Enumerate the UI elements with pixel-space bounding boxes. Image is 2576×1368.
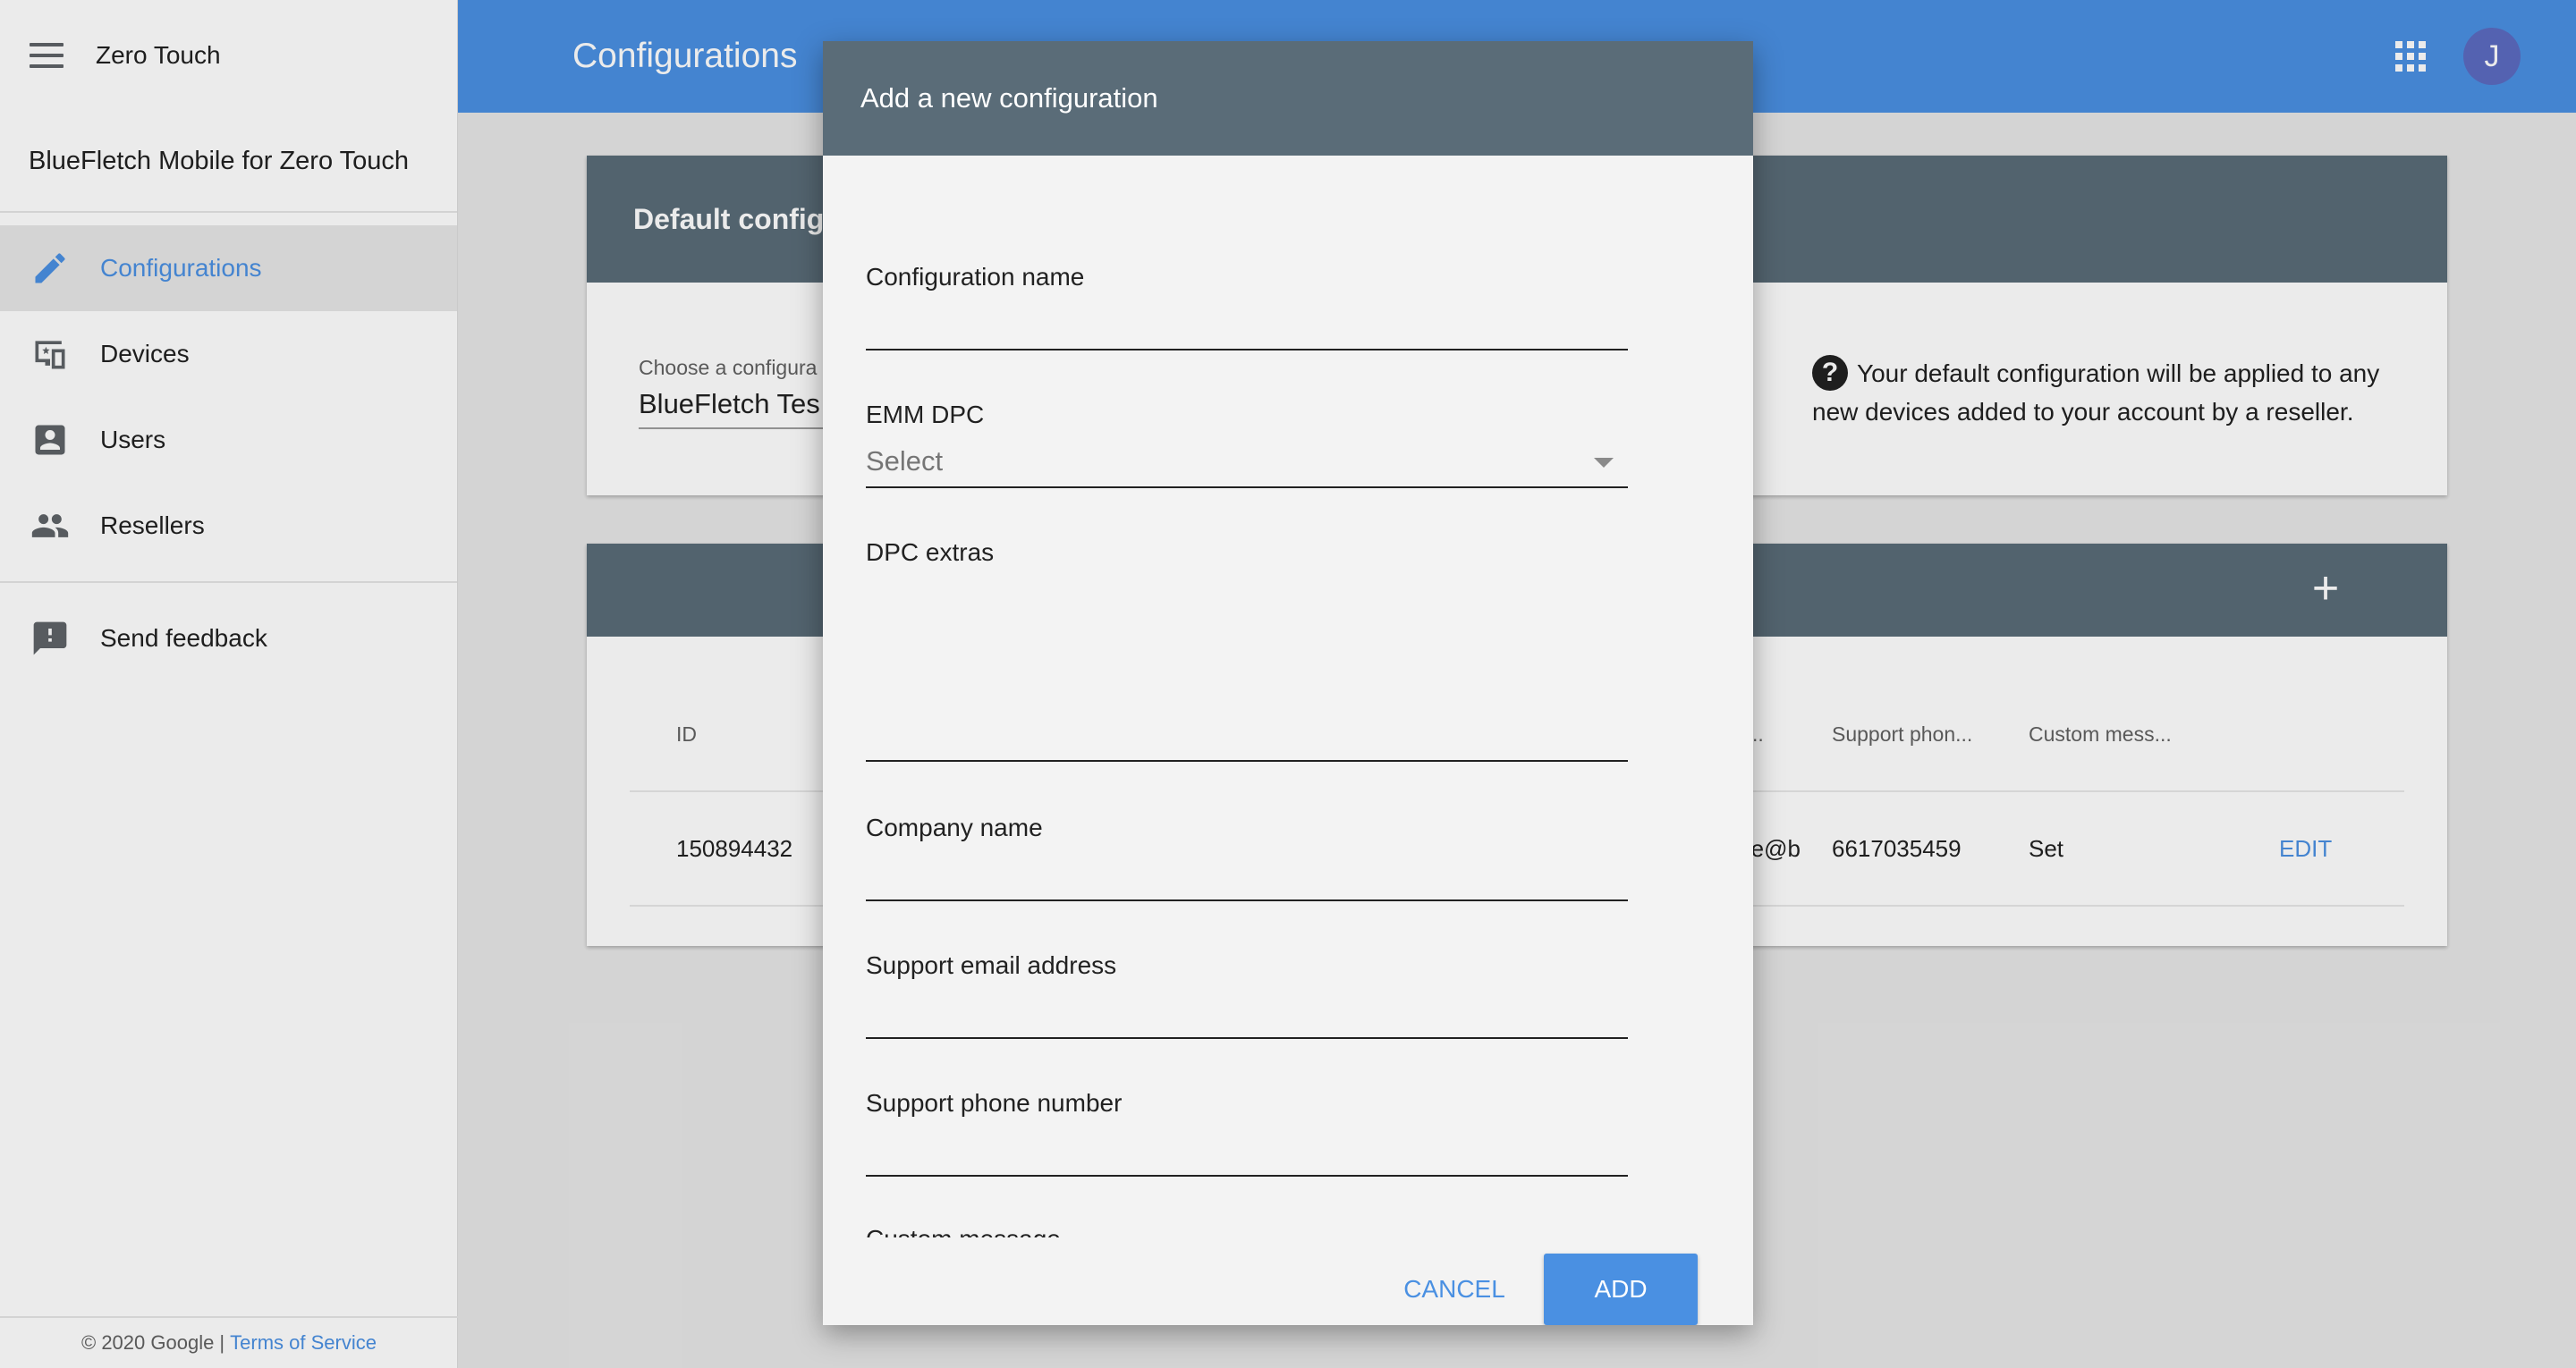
field-underline: [866, 899, 1628, 901]
dpc-extras-textarea[interactable]: [866, 579, 1628, 758]
chevron-down-icon[interactable]: [1594, 458, 1614, 468]
add-button[interactable]: ADD: [1544, 1254, 1698, 1325]
support-email-label: Support email address: [866, 951, 1117, 979]
support-phone-label: Support phone number: [866, 1089, 1123, 1117]
dialog-title: Add a new configuration: [823, 41, 1753, 156]
configuration-name-input[interactable]: [866, 304, 1628, 349]
dialog-actions: CANCEL ADD: [823, 1237, 1753, 1325]
emm-dpc-select[interactable]: Select: [866, 445, 943, 477]
field-underline: [866, 1175, 1628, 1177]
dpc-extras-field: DPC extras: [866, 538, 1628, 780]
custom-message-label: Custom message: [866, 1225, 1628, 1237]
field-underline: [866, 760, 1628, 762]
dpc-extras-label: DPC extras: [866, 538, 995, 566]
configuration-name-label: Configuration name: [866, 263, 1085, 291]
configuration-name-field: Configuration name: [866, 263, 1628, 361]
custom-message-field: Custom message: [866, 1225, 1628, 1237]
emm-dpc-label: EMM DPC: [866, 401, 985, 428]
field-underline: [866, 1037, 1628, 1039]
company-name-input[interactable]: [866, 855, 1628, 899]
support-phone-input[interactable]: [866, 1130, 1628, 1175]
support-phone-field: Support phone number: [866, 1089, 1628, 1187]
add-configuration-dialog: Add a new configuration Configuration na…: [823, 41, 1753, 1325]
support-email-field: Support email address: [866, 951, 1628, 1050]
dialog-form: Configuration name EMM DPC Select DPC ex…: [866, 156, 1628, 1237]
cancel-button[interactable]: CANCEL: [1392, 1254, 1517, 1325]
support-email-input[interactable]: [866, 992, 1628, 1037]
company-name-field: Company name: [866, 814, 1628, 912]
field-underline: [866, 349, 1628, 350]
emm-dpc-field[interactable]: EMM DPC Select: [866, 401, 1628, 499]
field-underline: [866, 486, 1628, 488]
company-name-label: Company name: [866, 814, 1043, 841]
